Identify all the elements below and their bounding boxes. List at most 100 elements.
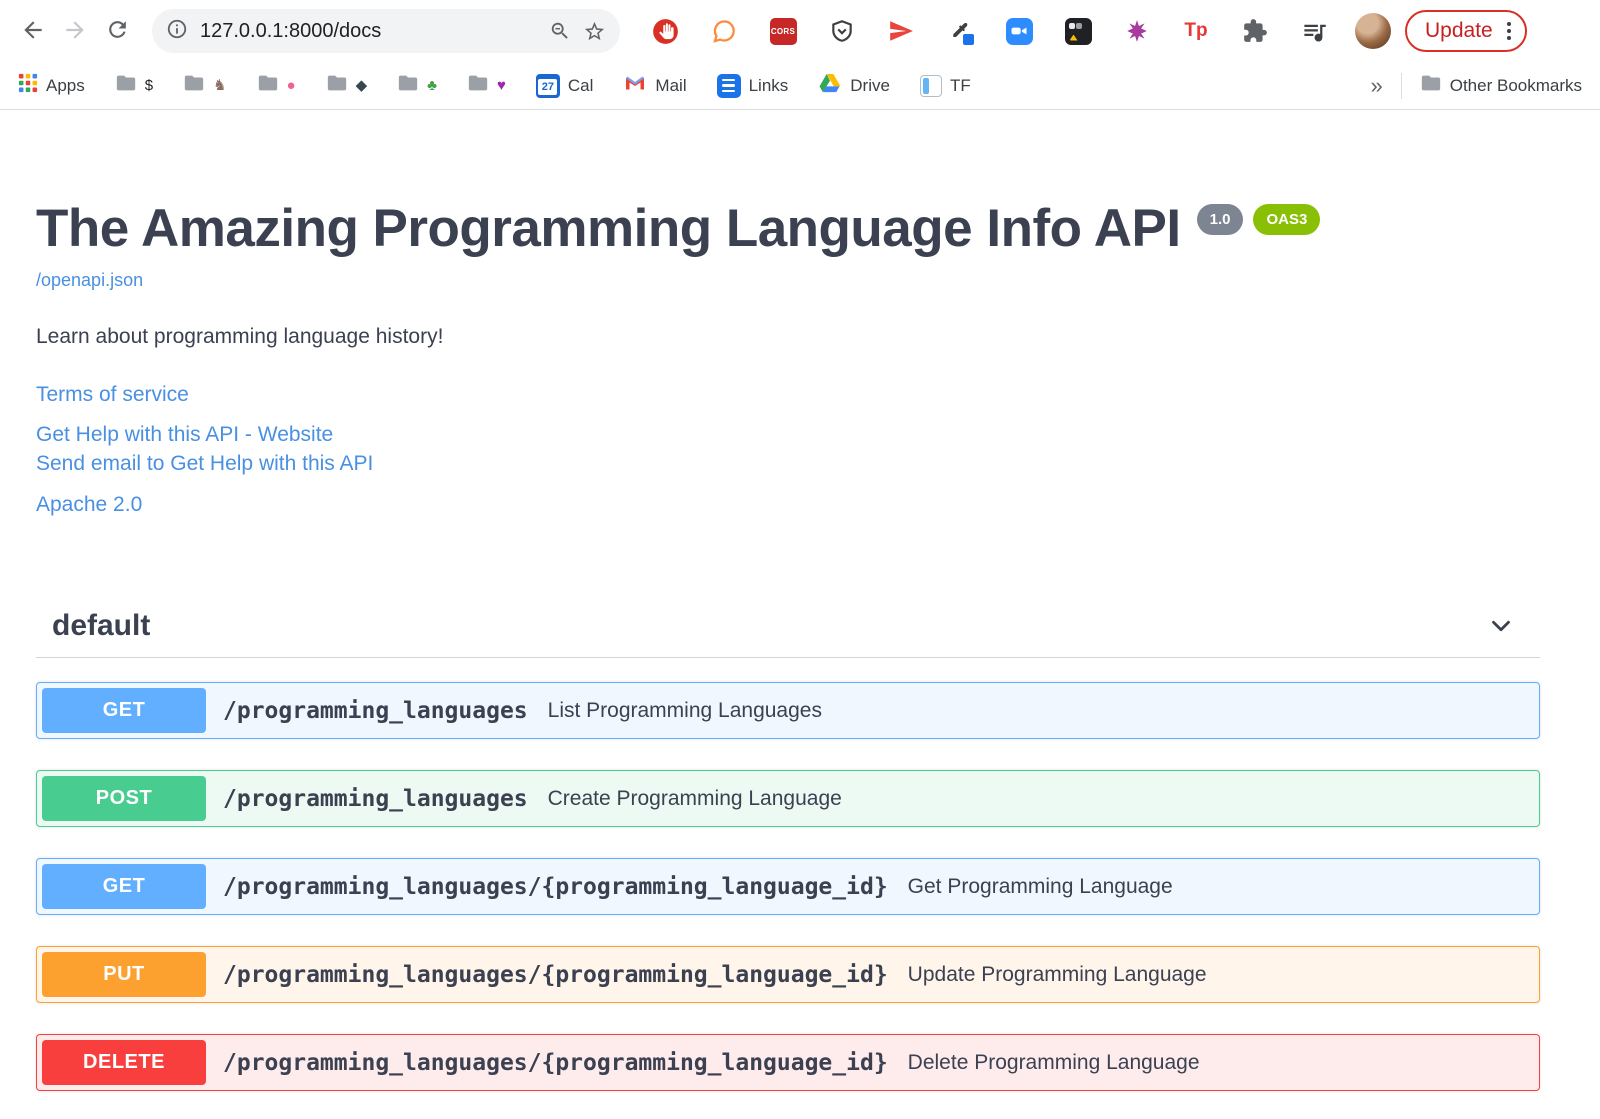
collapse-chevron-down-icon[interactable] [1486, 611, 1516, 641]
update-label: Update [1425, 19, 1493, 42]
tf-icon [919, 74, 942, 97]
bookmark-tf[interactable]: TF [919, 74, 971, 97]
endpoint-row[interactable]: PUT /programming_languages/{programming_… [36, 946, 1540, 1004]
media-queue-icon[interactable] [1299, 16, 1329, 46]
folder-icon [326, 72, 348, 99]
bookmark-drive[interactable]: Drive [818, 71, 890, 100]
folder-icon [467, 72, 489, 99]
other-bookmarks[interactable]: Other Bookmarks [1420, 72, 1582, 99]
bookmark-label: Links [748, 75, 789, 95]
forward-button[interactable] [54, 10, 96, 52]
http-method-badge: PUT [42, 952, 206, 998]
bookmark-label: Apps [46, 75, 85, 95]
bookmark-folder-item[interactable]: ♣ [397, 72, 437, 99]
reload-icon [105, 17, 130, 45]
contact-block: Get Help with this API - Website Send em… [36, 421, 1540, 479]
endpoint-row[interactable]: GET /programming_languages List Programm… [36, 682, 1540, 740]
calendar-icon: 27 [535, 73, 560, 98]
purple-heart-emoji: ♥ [497, 77, 506, 94]
endpoint-summary: Update Programming Language [907, 962, 1207, 986]
bookmark-calendar[interactable]: 27 Cal [535, 73, 594, 98]
dark-app-icon[interactable] [1063, 16, 1093, 46]
contact-email-link[interactable]: Send email to Get Help with this API [36, 450, 373, 479]
openapi-json-link[interactable]: /openapi.json [36, 270, 143, 291]
url-text[interactable]: 127.0.0.1:8000/docs [200, 20, 537, 43]
bookmark-folder-item[interactable]: ♞ [183, 72, 227, 99]
flower-icon[interactable] [1122, 16, 1152, 46]
bookmark-links[interactable]: Links [716, 73, 789, 98]
endpoint-summary: List Programming Languages [547, 698, 822, 722]
bookmark-apps[interactable]: Apps [18, 73, 85, 98]
horse-emoji: ♞ [213, 77, 227, 94]
bookmark-label: Other Bookmarks [1449, 75, 1582, 95]
brain-emoji: ● [286, 77, 296, 94]
links-icon [716, 73, 741, 98]
zoom-app-tile [1005, 17, 1033, 45]
bookmarks-bar: Apps $ ♞ ● ◆ ♣ ♥ 27 Cal Mail Links Drive… [0, 62, 1600, 110]
zoom-indicator-icon[interactable] [549, 20, 571, 42]
bookmark-label: Cal [567, 75, 594, 95]
extensions-puzzle-icon[interactable] [1240, 16, 1270, 46]
terms-of-service-link[interactable]: Terms of service [36, 383, 189, 407]
endpoint-path: /programming_languages/{programming_lang… [223, 961, 888, 988]
browser-toolbar: 127.0.0.1:8000/docs CORS Tp Update [0, 0, 1600, 62]
terms-block: Terms of service [36, 383, 1540, 407]
endpoint-list: GET /programming_languages List Programm… [36, 682, 1540, 1092]
swagger-page: The Amazing Programming Language Info AP… [0, 110, 1600, 1092]
bookmarks-overflow-chevron[interactable]: » [1370, 73, 1382, 99]
endpoint-summary: Delete Programming Language [907, 1050, 1200, 1074]
chat-bubble-icon[interactable] [709, 16, 739, 46]
http-method-badge: POST [42, 776, 206, 822]
tp-icon[interactable]: Tp [1181, 16, 1211, 46]
endpoint-path: /programming_languages [223, 697, 528, 724]
version-badge: 1.0 [1196, 204, 1244, 235]
bookmark-label: Mail [655, 75, 687, 95]
endpoint-row[interactable]: GET /programming_languages/{programming_… [36, 858, 1540, 916]
bookmarks-separator [1400, 72, 1402, 99]
title-badges: 1.0 OAS3 [1196, 204, 1321, 235]
cors-label: CORS [769, 17, 797, 45]
bookmark-folder-item[interactable]: ◆ [326, 72, 368, 99]
color-picker-icon[interactable] [945, 16, 975, 46]
bookmark-folder-item[interactable]: $ [115, 72, 153, 99]
picker-color-swatch [963, 34, 974, 45]
adblock-hand-icon[interactable] [650, 16, 680, 46]
contact-website-link[interactable]: Get Help with this API - Website [36, 421, 333, 450]
back-arrow-icon [20, 17, 46, 46]
page-title: The Amazing Programming Language Info AP… [36, 199, 1181, 258]
calendar-day: 27 [538, 78, 558, 95]
tag-title: default [52, 609, 151, 643]
bookmark-folder-item[interactable]: ● [257, 72, 296, 99]
menu-kebab-icon[interactable] [1505, 22, 1513, 40]
site-info-icon[interactable] [166, 18, 188, 45]
oas3-badge: OAS3 [1253, 204, 1321, 235]
dollar-emoji: $ [144, 77, 154, 94]
address-bar[interactable]: 127.0.0.1:8000/docs [152, 9, 620, 53]
shield-icon[interactable] [827, 16, 857, 46]
api-info-header: The Amazing Programming Language Info AP… [36, 199, 1540, 258]
license-link[interactable]: Apache 2.0 [36, 493, 142, 517]
endpoint-summary: Create Programming Language [547, 786, 842, 810]
herb-emoji: ♣ [427, 77, 437, 94]
endpoint-path: /programming_languages [223, 785, 528, 812]
bookmark-star-icon[interactable] [583, 20, 606, 43]
send-arrow-icon[interactable] [886, 16, 916, 46]
reload-button[interactable] [96, 10, 138, 52]
tag-section-default[interactable]: default [36, 599, 1540, 659]
update-pill[interactable]: Update [1405, 10, 1527, 52]
tp-label: Tp [1184, 20, 1208, 41]
http-method-badge: GET [42, 864, 206, 910]
bookmark-mail[interactable]: Mail [623, 71, 687, 100]
folder-icon [183, 72, 205, 99]
folder-icon [1420, 72, 1442, 99]
bookmark-folder-item[interactable]: ♥ [467, 72, 506, 99]
bookmark-label: TF [949, 75, 971, 95]
cors-icon[interactable]: CORS [768, 16, 798, 46]
endpoint-path: /programming_languages/{programming_lang… [223, 873, 888, 900]
endpoint-row[interactable]: POST /programming_languages Create Progr… [36, 770, 1540, 828]
back-button[interactable] [12, 10, 54, 52]
graduation-emoji: ◆ [355, 77, 368, 94]
video-camera-icon[interactable] [1004, 16, 1034, 46]
profile-avatar[interactable] [1355, 13, 1391, 49]
endpoint-row[interactable]: DELETE /programming_languages/{programmi… [36, 1034, 1540, 1092]
